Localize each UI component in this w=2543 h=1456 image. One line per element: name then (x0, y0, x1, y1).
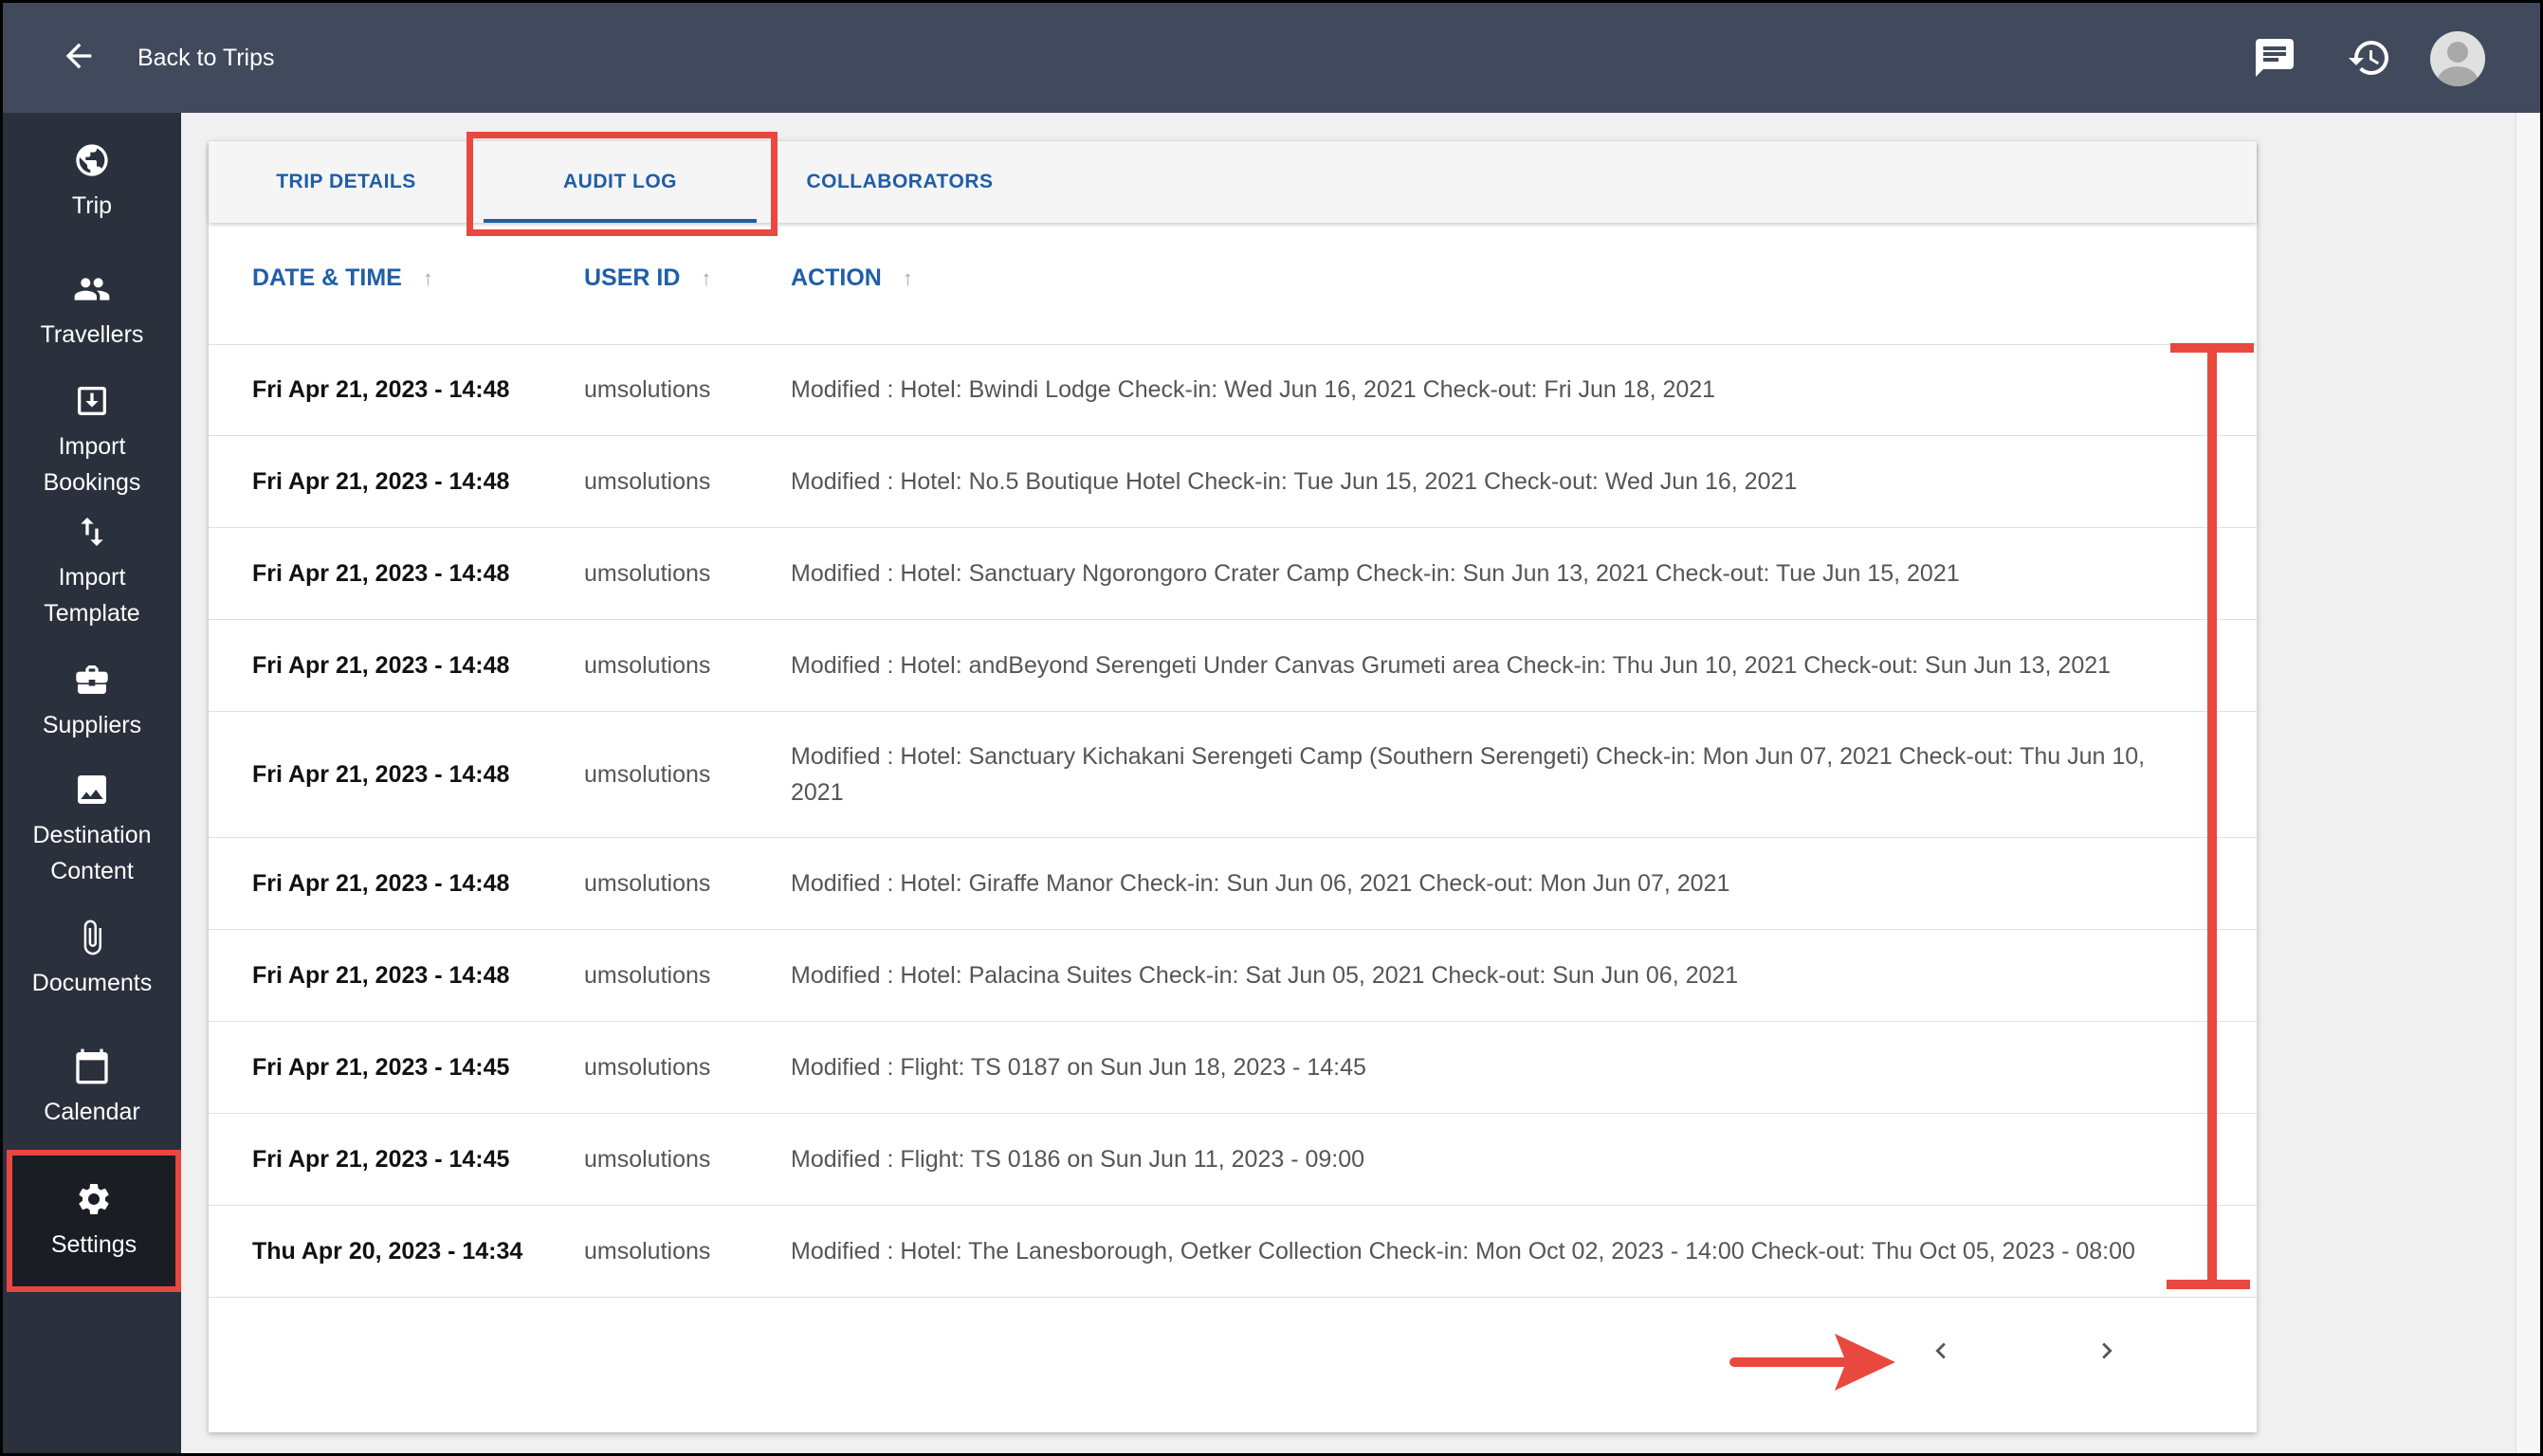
cell-action: Modified : Hotel: Sanctuary Kichakani Se… (791, 743, 2146, 806)
cell-user-id: umsolutions (584, 467, 711, 495)
cell-date-time: Fri Apr 21, 2023 - 14:48 (252, 961, 510, 989)
sidebar: Trip Travellers Import Bookings Import T… (3, 113, 181, 1453)
app-window: Back to Trips Trip Travellers Import Boo… (3, 3, 2540, 1453)
table-row: Fri Apr 21, 2023 - 14:48 umsolutions Mod… (209, 930, 2257, 1022)
chat-icon[interactable] (2252, 35, 2297, 81)
sidebar-label-import-template: Import Template (44, 564, 140, 627)
cell-action: Modified : Hotel: andBeyond Serengeti Un… (791, 652, 2112, 679)
chevron-right-icon (2091, 1335, 2123, 1372)
sidebar-label-settings: Settings (50, 1230, 137, 1258)
sidebar-label-trip: Trip (71, 192, 113, 219)
sort-arrow-up-icon: ↑ (422, 265, 433, 290)
table-row: Fri Apr 21, 2023 - 14:48 umsolutions Mod… (209, 528, 2257, 620)
cell-date-time: Fri Apr 21, 2023 - 14:48 (252, 467, 510, 495)
cell-user-id: umsolutions (584, 651, 711, 679)
column-label-action: ACTION (791, 264, 882, 291)
sort-arrow-up-icon: ↑ (902, 265, 913, 290)
sidebar-item-documents[interactable]: Documents (3, 919, 181, 1001)
audit-log-card: TRIP DETAILS AUDIT LOG COLLABORATORS DAT… (209, 132, 2257, 1432)
sort-arrow-up-icon: ↑ (701, 265, 712, 290)
table-row: Fri Apr 21, 2023 - 14:48 umsolutions Mod… (209, 838, 2257, 930)
table-row: Fri Apr 21, 2023 - 14:45 umsolutions Mod… (209, 1114, 2257, 1206)
column-label-user-id: USER ID (584, 264, 681, 291)
cell-user-id: umsolutions (584, 961, 711, 989)
globe-icon (73, 141, 111, 184)
cell-user-id: umsolutions (584, 559, 711, 587)
arrow-left-icon (60, 37, 98, 80)
table-row: Fri Apr 21, 2023 - 14:48 umsolutions Mod… (209, 344, 2257, 436)
briefcase-icon (73, 661, 111, 703)
calendar-icon (73, 1047, 111, 1090)
sidebar-label-import-bookings: Import Bookings (43, 433, 141, 496)
sidebar-item-suppliers[interactable]: Suppliers (3, 661, 181, 743)
sidebar-item-import-bookings[interactable]: Import Bookings (3, 382, 181, 500)
cell-action: Modified : Flight: TS 0187 on Sun Jun 18… (791, 1054, 1366, 1081)
cell-action: Modified : Hotel: Palacina Suites Check-… (791, 962, 1739, 989)
history-icon[interactable] (2347, 35, 2392, 81)
sidebar-item-travellers[interactable]: Travellers (3, 270, 181, 353)
sidebar-item-destination-content[interactable]: Destination Content (3, 771, 181, 889)
next-page-button[interactable] (2084, 1330, 2130, 1375)
paperclip-icon (73, 919, 111, 961)
cell-date-time: Fri Apr 21, 2023 - 14:48 (252, 869, 510, 897)
cell-date-time: Fri Apr 21, 2023 - 14:45 (252, 1053, 510, 1081)
cell-action: Modified : Hotel: Sanctuary Ngorongoro C… (791, 560, 1960, 587)
people-icon (73, 270, 111, 313)
cell-user-id: umsolutions (584, 1145, 711, 1173)
table-row: Fri Apr 21, 2023 - 14:48 umsolutions Mod… (209, 620, 2257, 712)
table-row: Fri Apr 21, 2023 - 14:45 umsolutions Mod… (209, 1022, 2257, 1114)
tab-audit-log[interactable]: AUDIT LOG (484, 141, 757, 223)
table-row: Fri Apr 21, 2023 - 14:48 umsolutions Mod… (209, 712, 2257, 838)
cell-date-time: Fri Apr 21, 2023 - 14:48 (252, 559, 510, 587)
sidebar-item-trip[interactable]: Trip (3, 141, 181, 224)
import-icon (73, 382, 111, 425)
tab-collaborators[interactable]: COLLABORATORS (757, 141, 1043, 223)
cell-action: Modified : Hotel: Bwindi Lodge Check-in:… (791, 376, 1716, 403)
cell-action: Modified : Hotel: The Lanesborough, Oetk… (791, 1238, 2135, 1265)
cell-user-id: umsolutions (584, 1053, 711, 1081)
cell-user-id: umsolutions (584, 760, 711, 788)
sidebar-label-calendar: Calendar (44, 1099, 140, 1125)
cell-date-time: Fri Apr 21, 2023 - 14:48 (252, 375, 510, 403)
sidebar-label-travellers: Travellers (40, 321, 144, 348)
chevron-left-icon (1925, 1335, 1957, 1372)
column-header-action[interactable]: ACTION ↑ (791, 264, 913, 292)
column-header-date-time[interactable]: DATE & TIME ↑ (252, 264, 433, 292)
previous-page-button[interactable] (1918, 1330, 1964, 1375)
sidebar-label-documents: Documents (31, 970, 153, 996)
back-to-trips-button[interactable]: Back to Trips (60, 31, 275, 84)
cell-user-id: umsolutions (584, 1237, 711, 1265)
sidebar-label-suppliers: Suppliers (42, 712, 142, 738)
gear-icon (75, 1180, 113, 1223)
cell-action: Modified : Flight: TS 0186 on Sun Jun 11… (791, 1146, 1365, 1173)
column-header-user-id[interactable]: USER ID ↑ (584, 264, 711, 292)
image-icon (73, 771, 111, 813)
user-avatar[interactable] (2430, 31, 2485, 86)
column-label-date-time: DATE & TIME (252, 264, 402, 291)
sidebar-item-calendar[interactable]: Calendar (3, 1047, 181, 1130)
cell-action: Modified : Hotel: No.5 Boutique Hotel Ch… (791, 468, 1798, 495)
tab-trip-details[interactable]: TRIP DETAILS (209, 141, 484, 223)
sidebar-item-import-template[interactable]: Import Template (3, 513, 181, 631)
swap-vertical-icon (73, 513, 111, 555)
table-row: Fri Apr 21, 2023 - 14:48 umsolutions Mod… (209, 436, 2257, 528)
table-row: Thu Apr 20, 2023 - 14:34 umsolutions Mod… (209, 1206, 2257, 1298)
cell-user-id: umsolutions (584, 375, 711, 403)
page-scrollbar[interactable] (2516, 113, 2540, 1453)
cell-action: Modified : Hotel: Giraffe Manor Check-in… (791, 870, 1730, 897)
person-silhouette-icon (2437, 42, 2479, 86)
cell-date-time: Thu Apr 20, 2023 - 14:34 (252, 1237, 523, 1265)
cell-date-time: Fri Apr 21, 2023 - 14:45 (252, 1145, 510, 1173)
sidebar-label-destination-content: Destination Content (32, 822, 152, 884)
top-bar: Back to Trips (3, 3, 2540, 113)
cell-date-time: Fri Apr 21, 2023 - 14:48 (252, 651, 510, 679)
tab-bar: TRIP DETAILS AUDIT LOG COLLABORATORS (209, 132, 2257, 236)
cell-date-time: Fri Apr 21, 2023 - 14:48 (252, 760, 510, 788)
sidebar-item-settings[interactable]: Settings (7, 1150, 181, 1292)
cell-user-id: umsolutions (584, 869, 711, 897)
table-header: DATE & TIME ↑ USER ID ↑ ACTION ↑ (209, 223, 2257, 345)
back-to-trips-label: Back to Trips (137, 44, 275, 71)
